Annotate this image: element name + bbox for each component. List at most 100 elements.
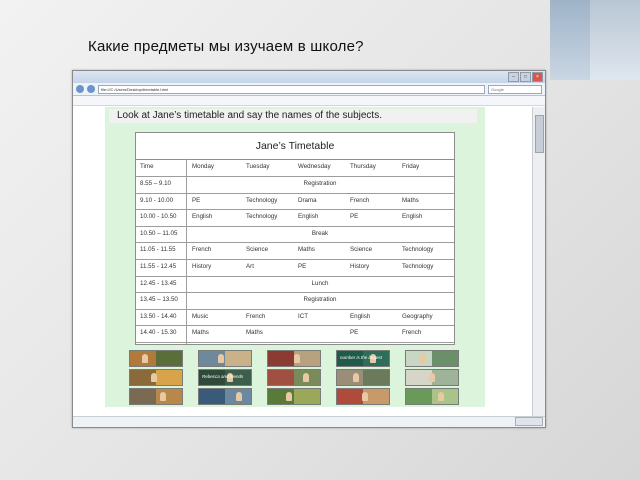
time-cell: 13.50 - 14.40 xyxy=(140,312,177,320)
subject-cell: Maths xyxy=(246,329,263,337)
subject-cell: Geography xyxy=(402,312,433,320)
subject-cell: Technology xyxy=(402,246,434,254)
row-divider xyxy=(136,242,454,244)
subject-cell: French xyxy=(402,329,422,337)
timetable: Jane’s Timetable Time Monday Tuesday Wednes… xyxy=(135,132,455,345)
subject-cell: Technology xyxy=(246,213,278,221)
picture-fill xyxy=(432,370,458,385)
picture-fill xyxy=(337,370,363,385)
subject-picture[interactable] xyxy=(129,350,183,367)
url-field[interactable]: file:///C:/Users/Desktop/timetable.html xyxy=(98,84,485,94)
subject-cell: Maths xyxy=(402,196,419,204)
merged-period-cell: Registration xyxy=(303,296,337,304)
row-divider xyxy=(136,192,454,194)
timetable-header: Wednesday xyxy=(298,163,331,170)
subject-cell: English xyxy=(298,213,319,221)
picture-fill xyxy=(294,389,320,404)
picture-fill xyxy=(156,370,182,385)
subject-picture[interactable] xyxy=(267,350,321,367)
picture-fill xyxy=(363,370,389,385)
time-cell: 14.40 - 15.30 xyxy=(140,329,177,337)
row-divider xyxy=(136,325,454,327)
close-button[interactable]: × xyxy=(532,72,543,82)
subject-picture[interactable] xyxy=(405,388,459,405)
window-controls: – □ × xyxy=(508,72,545,82)
subject-cell: PE xyxy=(350,329,359,337)
row-divider xyxy=(136,292,454,294)
instruction-text: Look at Jane’s timetable and say the nam… xyxy=(109,109,477,123)
time-cell: 10.50 – 11.05 xyxy=(140,229,178,237)
subject-cell: French xyxy=(192,246,212,254)
time-cell: 12.45 - 13.45 xyxy=(140,279,177,287)
status-bar xyxy=(73,416,545,427)
forward-button[interactable] xyxy=(87,85,95,93)
subject-picture[interactable]: Rebecca and friends xyxy=(198,369,252,386)
search-input[interactable]: Google xyxy=(488,84,542,94)
page-viewport: Look at Jane’s timetable and say the nam… xyxy=(73,107,531,417)
picture-grid: number is the largest Rebecca and friends xyxy=(129,350,465,406)
subject-cell: PE xyxy=(350,213,359,221)
subject-picture[interactable] xyxy=(405,369,459,386)
minimize-button[interactable]: – xyxy=(508,72,519,82)
merged-period-cell: Break xyxy=(311,229,329,237)
person-figure xyxy=(160,392,166,401)
address-bar: file:///C:/Users/Desktop/timetable.html … xyxy=(73,83,545,96)
person-figure xyxy=(218,354,224,363)
person-figure xyxy=(362,392,368,401)
slide-decoration xyxy=(590,0,640,80)
subject-picture[interactable] xyxy=(267,369,321,386)
subject-picture[interactable] xyxy=(129,388,183,405)
scrollbar-thumb[interactable] xyxy=(535,115,544,153)
subject-picture[interactable] xyxy=(336,369,390,386)
subject-picture[interactable] xyxy=(267,388,321,405)
subject-picture[interactable] xyxy=(129,369,183,386)
subject-cell: English xyxy=(350,312,371,320)
subject-picture[interactable]: number is the largest xyxy=(336,350,390,367)
subject-cell: Maths xyxy=(298,246,315,254)
subject-cell: History xyxy=(192,263,212,270)
timetable-header: Tuesday xyxy=(246,163,270,170)
subject-cell: Science xyxy=(246,246,269,254)
subject-picture[interactable] xyxy=(198,388,252,405)
person-figure xyxy=(236,392,242,401)
time-cell: 11.55 - 12.45 xyxy=(140,263,177,270)
row-divider xyxy=(136,209,454,211)
browser-toolbar xyxy=(73,96,545,106)
subject-cell: PE xyxy=(192,196,201,204)
row-divider xyxy=(136,176,454,177)
slide-title: Какие предметы мы изучаем в школе? xyxy=(88,38,364,55)
person-figure xyxy=(142,354,148,363)
picture-caption: number is the largest xyxy=(340,355,383,360)
timetable-header: Friday xyxy=(402,163,420,170)
subject-cell: Science xyxy=(350,246,373,254)
subject-picture[interactable] xyxy=(336,388,390,405)
row-divider xyxy=(136,308,454,310)
row-divider xyxy=(136,225,454,227)
picture-fill xyxy=(432,389,458,404)
person-figure xyxy=(429,373,435,382)
subject-cell: ICT xyxy=(298,312,308,320)
time-cell: 11.05 - 11.55 xyxy=(140,246,176,254)
picture-fill xyxy=(432,351,458,366)
merged-period-cell: Lunch xyxy=(311,279,329,287)
subject-picture[interactable] xyxy=(198,350,252,367)
picture-fill xyxy=(130,389,156,404)
vertical-scrollbar[interactable] xyxy=(532,107,545,417)
picture-caption: Rebecca and friends xyxy=(202,374,244,379)
browser-window: – □ × file:///C:/Users/Desktop/timetable… xyxy=(72,70,546,428)
picture-fill xyxy=(156,351,182,366)
time-cell: 8.55 – 9.10 xyxy=(140,180,171,187)
title-bar: – □ × xyxy=(73,71,545,83)
subject-cell: Technology xyxy=(402,263,434,270)
person-figure xyxy=(353,373,359,382)
back-button[interactable] xyxy=(76,85,84,93)
zoom-control[interactable] xyxy=(515,417,543,426)
subject-cell: French xyxy=(246,312,266,320)
lesson-page: Look at Jane’s timetable and say the nam… xyxy=(105,107,485,407)
subject-picture[interactable] xyxy=(405,350,459,367)
maximize-button[interactable]: □ xyxy=(520,72,531,82)
merged-period-cell: Registration xyxy=(303,180,337,187)
person-figure xyxy=(286,392,292,401)
picture-fill xyxy=(406,389,432,404)
picture-fill xyxy=(337,389,363,404)
